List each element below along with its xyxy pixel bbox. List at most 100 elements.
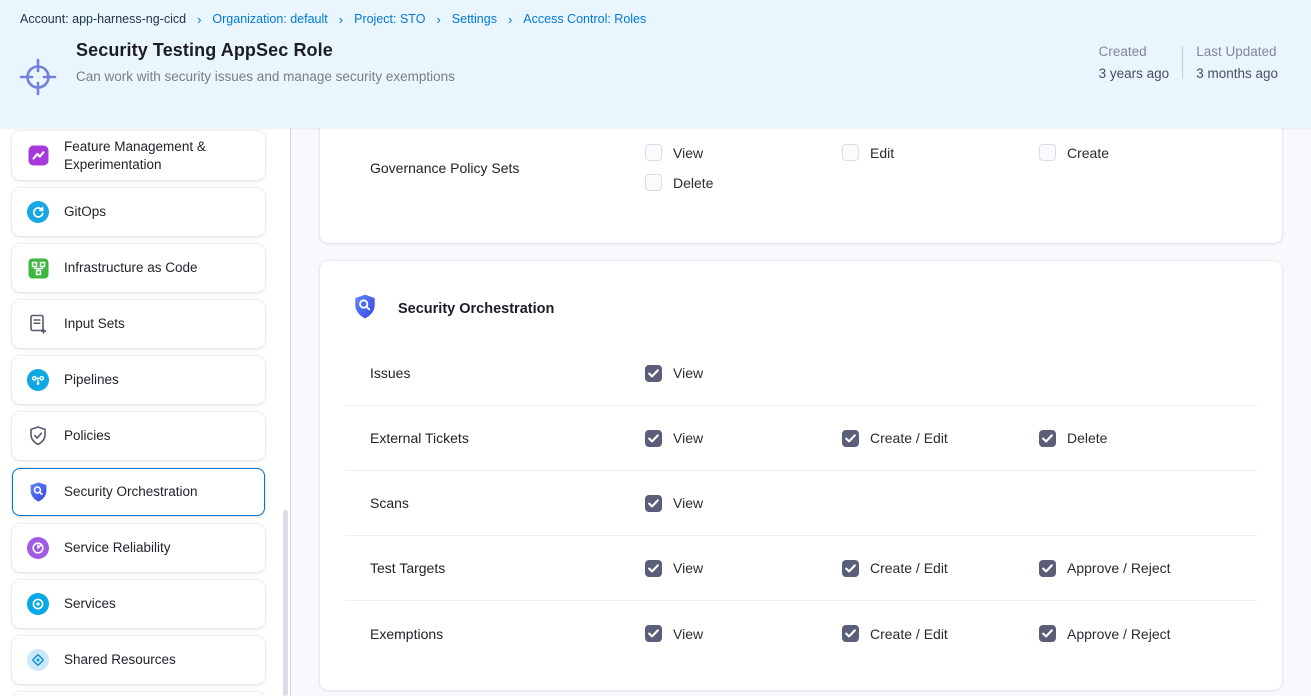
permission-label: Delete — [1067, 430, 1107, 446]
role-header: Security Testing AppSec Role Can work wi… — [0, 38, 1311, 102]
permission-label: View — [673, 495, 703, 511]
chevron-right-icon: › — [508, 12, 512, 27]
resource-sidebar: Feature Management & Experimentation GitO… — [0, 128, 291, 696]
permission-label: Delete — [673, 175, 713, 191]
sidebar-item-services[interactable]: Services — [12, 580, 265, 628]
security-orchestration-shield-icon — [352, 293, 378, 325]
permission-delete: Delete — [645, 174, 842, 191]
breadcrumb-item-organization-default[interactable]: Organization: default — [212, 12, 327, 26]
chevron-right-icon: › — [197, 12, 201, 27]
permission-label: View — [673, 365, 703, 381]
sidebar-item-service-reliability[interactable]: Service Reliability — [12, 524, 265, 572]
services-icon — [27, 593, 49, 615]
service-reliability-icon — [27, 537, 49, 559]
checkbox-view-checked[interactable] — [645, 625, 662, 642]
checkbox-approve-reject-checked[interactable] — [1039, 560, 1056, 577]
permission-view: View — [645, 365, 842, 382]
permission-view: View — [645, 625, 842, 642]
page-title: Security Testing AppSec Role — [76, 40, 474, 61]
page-header-band: Account: app-harness-ng-cicd › Organizatio… — [0, 0, 1311, 128]
permission-label: View — [673, 626, 703, 642]
gitops-icon — [27, 201, 49, 223]
checkbox-create-edit-checked[interactable] — [842, 560, 859, 577]
permission-row-external-tickets: External TicketsViewCreate / EditDelete — [345, 406, 1257, 471]
checkbox-view-checked[interactable] — [645, 365, 662, 382]
sidebar-item-label: Infrastructure as Code — [64, 259, 198, 277]
checkbox-create-edit-checked[interactable] — [842, 625, 859, 642]
checkbox-create-unchecked[interactable] — [1039, 144, 1056, 161]
checkbox-delete-unchecked[interactable] — [645, 174, 662, 191]
permission-label: Approve / Reject — [1067, 626, 1171, 642]
breadcrumb-item-settings[interactable]: Settings — [452, 12, 497, 26]
permission-create-edit: Create / Edit — [842, 430, 1039, 447]
permission-view: View — [645, 560, 842, 577]
breadcrumb-item-access-control-roles[interactable]: Access Control: Roles — [523, 12, 646, 26]
permission-label: Create — [1067, 145, 1109, 161]
permission-create-edit: Create / Edit — [842, 560, 1039, 577]
sidebar-item-gitops[interactable]: GitOps — [12, 188, 265, 236]
sidebar-item-label: GitOps — [64, 203, 106, 221]
permission-label: Create / Edit — [870, 430, 948, 446]
sidebar-item-policies[interactable]: Policies — [12, 412, 265, 460]
sidebar-scrollbar[interactable] — [283, 510, 288, 696]
sidebar-item-label: Service Reliability — [64, 539, 171, 557]
checkbox-delete-checked[interactable] — [1039, 430, 1056, 447]
checkbox-view-checked[interactable] — [645, 560, 662, 577]
permission-grid: View — [645, 365, 1236, 382]
permission-row-label: Test Targets — [345, 560, 645, 576]
checkbox-create-edit-checked[interactable] — [842, 430, 859, 447]
permission-rows: IssuesViewExternal TicketsViewCreate / E… — [345, 341, 1257, 666]
permission-approve-reject: Approve / Reject — [1039, 560, 1236, 577]
checkbox-approve-reject-checked[interactable] — [1039, 625, 1056, 642]
content-area: Feature Management & Experimentation GitO… — [0, 128, 1311, 696]
pipelines-icon — [27, 369, 49, 391]
sidebar-item-partial[interactable] — [12, 692, 265, 696]
permission-label: Approve / Reject — [1067, 560, 1171, 576]
chevron-right-icon: › — [436, 12, 440, 27]
chevron-right-icon: › — [339, 12, 343, 27]
role-crosshair-icon — [12, 52, 64, 102]
breadcrumb: Account: app-harness-ng-cicd › Organizatio… — [0, 0, 1311, 38]
checkbox-view-unchecked[interactable] — [645, 144, 662, 161]
sidebar-item-input-sets[interactable]: Input Sets — [12, 300, 265, 348]
security-orchestration-card: Security Orchestration IssuesViewExterna… — [320, 261, 1282, 690]
sidebar-item-feature-management-experimentation[interactable]: Feature Management & Experimentation — [12, 131, 265, 180]
permission-label: View — [673, 560, 703, 576]
sidebar-item-shared-resources[interactable]: Shared Resources — [12, 636, 265, 684]
permission-row-exemptions: ExemptionsViewCreate / EditApprove / Rej… — [345, 601, 1257, 666]
checkbox-view-checked[interactable] — [645, 495, 662, 512]
permission-view: View — [645, 144, 842, 161]
checkbox-edit-unchecked[interactable] — [842, 144, 859, 161]
permission-row-label: Issues — [345, 365, 645, 381]
breadcrumb-item-account-app-harness-ng-cicd: Account: app-harness-ng-cicd — [20, 12, 186, 26]
sidebar-item-pipelines[interactable]: Pipelines — [12, 356, 265, 404]
permission-row-test-targets: Test Targets View Create / Edit Approve / R… — [345, 536, 1257, 601]
policies-icon — [27, 425, 49, 447]
section-header: Security Orchestration — [345, 261, 1257, 341]
permission-delete: Delete — [1039, 430, 1236, 447]
permission-edit: Edit — [842, 144, 1039, 161]
role-description: Can work with security issues and manage… — [76, 68, 474, 86]
shared-resources-icon — [27, 649, 49, 671]
security-orchestration-icon — [27, 481, 49, 503]
last-updated-label: Last Updated — [1196, 44, 1278, 59]
permission-view: View — [645, 495, 842, 512]
created-label: Created — [1099, 44, 1170, 59]
sidebar-item-label: Services — [64, 595, 116, 613]
sidebar-item-security-orchestration[interactable]: Security Orchestration — [12, 468, 265, 516]
checkbox-view-checked[interactable] — [645, 430, 662, 447]
permission-grid: ViewCreate / EditApprove / Reject — [645, 625, 1236, 642]
section-title: Security Orchestration — [398, 301, 554, 317]
sidebar-item-infrastructure-as-code[interactable]: Infrastructure as Code — [12, 244, 265, 292]
permission-label: View — [673, 145, 703, 161]
permission-label: View — [673, 430, 703, 446]
permission-row-scans: Scans View — [345, 471, 1257, 536]
permission-label: Edit — [870, 145, 894, 161]
permission-create: Create — [1039, 144, 1236, 161]
input-sets-icon — [27, 313, 49, 335]
permission-row-label: Exemptions — [345, 626, 645, 642]
sidebar-item-label: Feature Management & Experimentation — [64, 138, 250, 173]
permission-grid: View Create / Edit Delete — [645, 430, 1236, 447]
permission-row-label: Scans — [345, 495, 645, 511]
breadcrumb-item-project-sto[interactable]: Project: STO — [354, 12, 425, 26]
